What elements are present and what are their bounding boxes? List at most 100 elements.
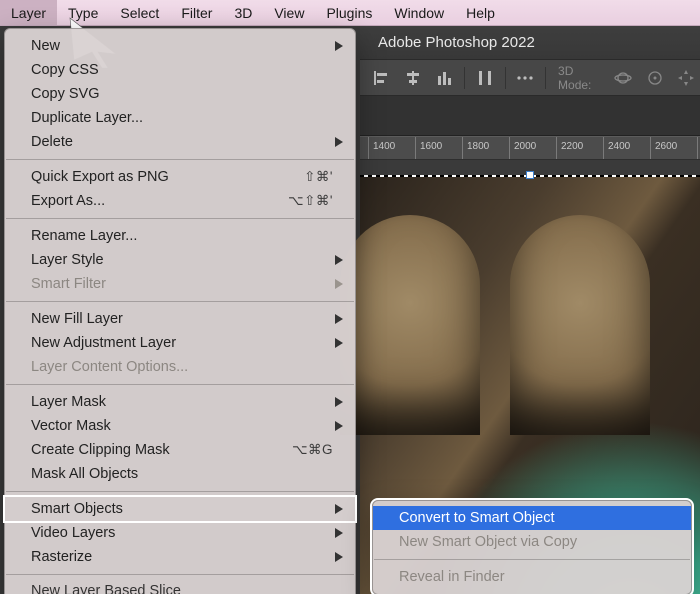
ruler-tick: 2000 [509, 137, 510, 159]
ruler-tick: 2200 [556, 137, 557, 159]
menu-item-label: Layer Mask [31, 394, 333, 410]
selection-handle-top[interactable] [526, 171, 534, 179]
chevron-right-icon [335, 41, 343, 51]
layer-menu-item-mask-all-objects[interactable]: Mask All Objects [5, 462, 355, 486]
more-options-icon[interactable] [512, 66, 539, 90]
layer-menu-item-vector-mask[interactable]: Vector Mask [5, 414, 355, 438]
align-bars-icon[interactable] [431, 66, 458, 90]
menu-separator [6, 159, 354, 160]
menu-item-label: Vector Mask [31, 418, 333, 434]
layer-menu-item-copy-svg[interactable]: Copy SVG [5, 82, 355, 106]
photo-shape [340, 215, 480, 435]
menu-3d[interactable]: 3D [223, 0, 263, 25]
chevron-right-icon [335, 338, 343, 348]
menu-item-label: Mask All Objects [31, 466, 333, 482]
align-center-h-icon[interactable] [399, 66, 426, 90]
menu-item-label: Quick Export as PNG [31, 169, 304, 185]
app-titlebar: Adobe Photoshop 2022 [360, 26, 700, 60]
move-3d-icon[interactable] [673, 66, 700, 90]
menu-item-label: Rename Layer... [31, 228, 333, 244]
pan-3d-icon[interactable] [641, 66, 668, 90]
layer-menu-item-rasterize[interactable]: Rasterize [5, 545, 355, 569]
smartobj-menu-item-new-smart-object-via-copy: New Smart Object via Copy [373, 530, 691, 554]
mode-label: 3D Mode: [558, 64, 606, 92]
menu-plugins[interactable]: Plugins [315, 0, 383, 25]
layer-menu[interactable]: New Copy CSS Copy SVG Duplicate Layer... Del… [4, 28, 356, 594]
document-tab-strip[interactable] [360, 96, 700, 136]
layer-menu-item-duplicate-layer[interactable]: Duplicate Layer... [5, 106, 355, 130]
menu-separator [374, 559, 690, 560]
menu-item-label: Duplicate Layer... [31, 110, 333, 126]
separator [464, 67, 465, 89]
menu-separator [6, 384, 354, 385]
layer-menu-item-new-fill-layer[interactable]: New Fill Layer [5, 307, 355, 331]
menu-item-label: New Adjustment Layer [31, 335, 333, 351]
menu-item-label: Export As... [31, 193, 288, 209]
menu-help[interactable]: Help [455, 0, 506, 25]
separator [545, 67, 546, 89]
menu-shortcut: ⌥⌘G [292, 442, 333, 458]
menu-bar: LayerTypeSelectFilter3DViewPluginsWindow… [0, 0, 700, 26]
menu-item-label: Layer Content Options... [31, 359, 333, 375]
menu-shortcut: ⇧⌘' [304, 169, 333, 185]
layer-menu-item-smart-objects[interactable]: Smart Objects [5, 497, 355, 521]
layer-menu-item-layer-style[interactable]: Layer Style [5, 248, 355, 272]
ruler-tick: 1800 [462, 137, 463, 159]
menu-view[interactable]: View [263, 0, 315, 25]
layer-menu-item-new-layer-based-slice[interactable]: New Layer Based Slice [5, 580, 355, 594]
separator [505, 67, 506, 89]
chevron-right-icon [335, 397, 343, 407]
menu-item-label: New Layer Based Slice [31, 583, 333, 594]
menu-item-label: New Smart Object via Copy [399, 534, 669, 550]
menu-window[interactable]: Window [383, 0, 455, 25]
horizontal-ruler: 1400 1600 1800 2000 2200 2400 2600 280 [360, 136, 700, 160]
menu-separator [6, 301, 354, 302]
ruler-tick: 2400 [603, 137, 604, 159]
menu-item-label: Copy CSS [31, 62, 333, 78]
smart-objects-submenu[interactable]: Convert to Smart Object New Smart Object … [372, 500, 692, 594]
menu-layer[interactable]: Layer [0, 0, 57, 25]
app-title: Adobe Photoshop 2022 [378, 34, 535, 51]
menu-select[interactable]: Select [109, 0, 170, 25]
ruler-tick: 280 [697, 137, 698, 159]
ruler-tick: 1600 [415, 137, 416, 159]
options-bar: 3D Mode: [360, 60, 700, 96]
menu-filter[interactable]: Filter [170, 0, 223, 25]
chevron-right-icon [335, 137, 343, 147]
menu-item-label: Convert to Smart Object [399, 510, 669, 526]
photo-shape [510, 215, 650, 435]
layer-menu-item-smart-filter: Smart Filter [5, 272, 355, 296]
layer-menu-item-new[interactable]: New [5, 34, 355, 58]
smartobj-menu-item-convert-to-smart-object[interactable]: Convert to Smart Object [373, 506, 691, 530]
chevron-right-icon [335, 528, 343, 538]
layer-menu-item-export-as[interactable]: Export As...⌥⇧⌘' [5, 189, 355, 213]
orbit-3d-icon[interactable] [610, 66, 637, 90]
layer-menu-item-quick-export-as-png[interactable]: Quick Export as PNG⇧⌘' [5, 165, 355, 189]
chevron-right-icon [335, 314, 343, 324]
menu-item-label: Smart Objects [31, 501, 333, 517]
menu-item-label: Copy SVG [31, 86, 333, 102]
chevron-right-icon [335, 255, 343, 265]
layer-menu-item-new-adjustment-layer[interactable]: New Adjustment Layer [5, 331, 355, 355]
menu-separator [6, 574, 354, 575]
layer-menu-item-layer-mask[interactable]: Layer Mask [5, 390, 355, 414]
layer-menu-item-rename-layer[interactable]: Rename Layer... [5, 224, 355, 248]
menu-item-label: Create Clipping Mask [31, 442, 292, 458]
menu-item-label: Smart Filter [31, 276, 333, 292]
menu-type[interactable]: Type [57, 0, 109, 25]
align-left-icon[interactable] [368, 66, 395, 90]
menu-item-label: Reveal in Finder [399, 569, 669, 585]
distribute-v-icon[interactable] [471, 66, 498, 90]
menu-item-label: New Fill Layer [31, 311, 333, 327]
chevron-right-icon [335, 552, 343, 562]
layer-menu-item-copy-css[interactable]: Copy CSS [5, 58, 355, 82]
layer-menu-item-video-layers[interactable]: Video Layers [5, 521, 355, 545]
layer-menu-item-create-clipping-mask[interactable]: Create Clipping Mask⌥⌘G [5, 438, 355, 462]
chevron-right-icon [335, 279, 343, 289]
menu-shortcut: ⌥⇧⌘' [288, 193, 333, 209]
layer-menu-item-delete[interactable]: Delete [5, 130, 355, 154]
chevron-right-icon [335, 504, 343, 514]
ruler-tick: 2600 [650, 137, 651, 159]
ruler-tick: 1400 [368, 137, 369, 159]
menu-item-label: New [31, 38, 333, 54]
